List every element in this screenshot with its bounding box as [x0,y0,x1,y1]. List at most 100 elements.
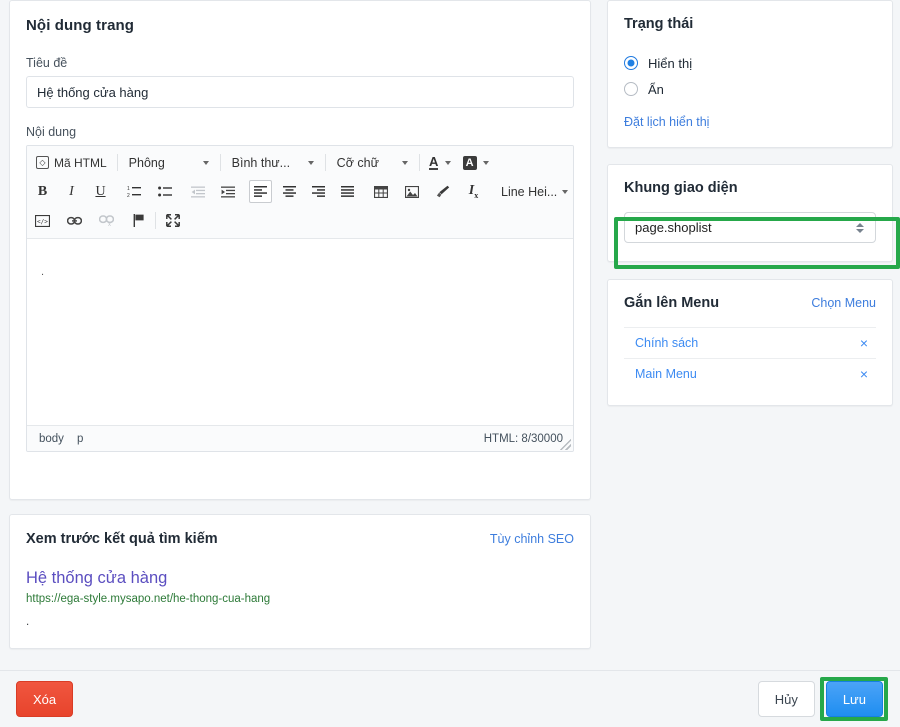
unlink-icon: x [99,215,114,226]
editor-body-text: . [41,266,45,278]
insert-image-button[interactable] [400,180,423,203]
paragraph-format-dropdown[interactable]: Bình thư... [226,151,320,174]
font-family-label: Phông [128,155,165,170]
theme-card-wrapper: Khung giao diện page.shoplist [607,164,900,269]
code-icon: </> [35,214,50,227]
insert-table-button[interactable] [369,180,392,203]
remove-menu-item-icon[interactable]: × [854,336,874,350]
chevron-down-icon [401,160,408,165]
fullscreen-button[interactable] [161,209,184,232]
unordered-list-button[interactable] [153,180,176,203]
seo-preview-card: Xem trước kết quả tìm kiếm Tùy chỉnh SEO… [9,514,591,649]
italic-icon: I [69,183,74,199]
line-height-label: Line Hei... [501,184,558,199]
align-center-icon [283,186,296,197]
title-input[interactable] [26,76,574,108]
clear-formatting-button[interactable]: Ix [462,180,485,203]
radio-icon-checked[interactable] [624,56,638,70]
outdent-button[interactable] [186,180,209,203]
radio-icon-unchecked[interactable] [624,82,638,96]
cancel-button[interactable]: Hủy [757,681,815,717]
footer-action-bar: Xóa Hủy Lưu [0,670,900,727]
align-left-icon [254,186,267,197]
status-option-hidden-label: Ẩn [648,81,664,97]
background-color-icon: A [462,155,477,170]
align-right-button[interactable] [307,180,330,203]
page-content-card: Nội dung trang Tiêu đề Nội dung ◇ Mã HTM… [9,0,591,500]
menu-card: Gắn lên Menu Chọn Menu Chính sách × Main… [607,279,893,406]
svg-text:1: 1 [127,186,130,192]
align-left-button[interactable] [249,180,272,203]
underline-icon: U [95,183,106,199]
font-size-dropdown[interactable]: Cỡ chữ [331,151,414,174]
seo-preview-url: https://ega-style.mysapo.net/he-thong-cu… [26,592,271,605]
italic-button[interactable]: I [60,180,83,203]
menu-item-row: Main Menu × [624,358,876,389]
divider [155,212,156,229]
remove-format-button[interactable] [431,180,454,203]
status-option-hidden[interactable]: Ẩn [624,76,876,102]
indent-button[interactable] [216,180,239,203]
editor-toolbar: ◇ Mã HTML Phông Bình thư... Cỡ chữ A A B… [27,146,573,239]
toolbar-row-2: B I U 1 2 Ix Line Hei... [31,177,569,206]
editor-status-bar: body p HTML: 8/30000 [27,425,573,451]
background-color-button[interactable]: A [459,151,481,174]
svg-text:2: 2 [127,193,130,198]
divider [116,154,118,171]
unlink-button[interactable]: x [95,209,118,232]
table-icon [373,185,388,198]
seo-card-title: Xem trước kết quả tìm kiếm [26,531,218,547]
editor-content-area[interactable]: . [27,239,573,425]
status-card: Trạng thái Hiển thị Ẩn Đặt lịch hiển thị [607,0,893,148]
line-height-caret[interactable] [559,180,571,203]
element-path-body[interactable]: body [39,433,64,445]
choose-menu-link[interactable]: Chọn Menu [811,296,876,310]
status-option-visible[interactable]: Hiển thị [624,50,876,76]
ordered-list-button[interactable]: 1 2 [122,180,145,203]
font-family-dropdown[interactable]: Phông [123,151,215,174]
menu-card-title: Gắn lên Menu [624,295,720,311]
template-select[interactable]: page.shoplist [624,212,876,243]
seo-preview-title[interactable]: Hệ thống cửa hàng [26,569,574,589]
editor-resize-handle[interactable] [560,439,571,450]
theme-card-title: Khung giao diện [624,180,738,196]
seo-customize-link[interactable]: Tùy chỉnh SEO [490,532,574,546]
page-root: Nội dung trang Tiêu đề Nội dung ◇ Mã HTM… [0,0,900,727]
anchor-button[interactable] [127,209,150,232]
source-code-button[interactable]: </> [31,209,54,232]
text-color-dropdown[interactable] [443,151,454,174]
background-color-dropdown[interactable] [481,151,492,174]
link-icon [67,216,82,225]
chevron-down-icon [562,189,569,194]
seo-header: Xem trước kết quả tìm kiếm Tùy chỉnh SEO [26,531,574,547]
html-source-button[interactable]: ◇ Mã HTML [31,151,112,174]
insert-link-button[interactable] [63,209,86,232]
menu-item-label[interactable]: Main Menu [635,367,697,381]
line-height-dropdown[interactable]: Line Hei... [495,180,559,203]
clear-format-icon: Ix [468,183,479,200]
bold-icon: B [37,183,48,199]
underline-button[interactable]: U [89,180,112,203]
outdent-icon [190,186,205,197]
bold-button[interactable]: B [31,180,54,203]
menu-item-row: Chính sách × [624,327,876,358]
text-color-icon: A [428,154,439,170]
delete-button[interactable]: Xóa [16,681,74,717]
chevron-down-icon [483,160,490,165]
element-path: body p [39,433,83,445]
text-color-button[interactable]: A [425,151,443,174]
align-justify-button[interactable] [336,180,359,203]
menu-item-label[interactable]: Chính sách [635,336,698,350]
chevron-down-icon [445,160,452,165]
chevron-down-icon [307,160,314,165]
menu-card-header: Gắn lên Menu Chọn Menu [624,295,876,311]
save-button[interactable]: Lưu [825,681,883,717]
fullscreen-icon [165,214,180,227]
schedule-visibility-link[interactable]: Đặt lịch hiển thị [624,115,709,129]
align-center-button[interactable] [278,180,301,203]
content-field-label: Nội dung [26,125,77,139]
remove-menu-item-icon[interactable]: × [854,367,874,381]
element-path-p[interactable]: p [77,433,83,445]
eraser-brush-icon [436,185,449,198]
divider [418,154,420,171]
